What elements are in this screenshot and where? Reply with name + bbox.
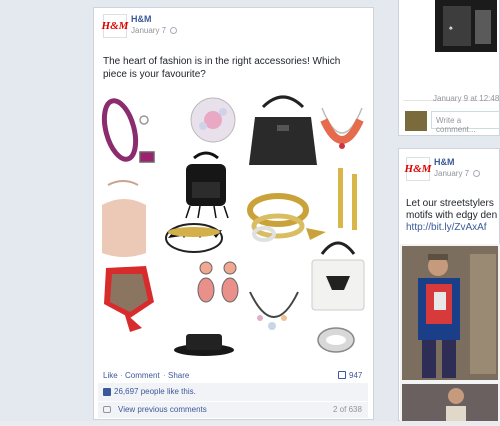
page-avatar[interactable]: H&M [101, 14, 129, 38]
view-previous-comments[interactable]: View previous comments [118, 405, 207, 414]
black-handbag [249, 95, 317, 165]
separator: · [163, 371, 166, 380]
geometric-bangle [165, 223, 223, 253]
pink-bucket-bag [102, 180, 146, 257]
brand-logo-text: H&M [101, 20, 129, 32]
page-avatar-secondary[interactable]: H&M [404, 157, 432, 181]
comment-timestamp[interactable]: January 9 at 12:48 [433, 94, 499, 103]
comments-pager: 2 of 638 [333, 405, 362, 414]
accessories-collage [101, 95, 365, 356]
comment-count[interactable]: 947 [349, 371, 362, 380]
gold-rings [247, 193, 326, 242]
comment-link[interactable]: Comment [125, 371, 160, 380]
like-link[interactable]: Like [103, 371, 118, 380]
white-handbag [311, 241, 365, 311]
post-date-text: January 7 [131, 26, 167, 35]
silver-ring [317, 327, 355, 353]
black-hat [174, 334, 234, 356]
post-date-secondary[interactable]: January 7 [434, 169, 481, 178]
like-icon [103, 388, 111, 396]
post-photo[interactable] [98, 90, 368, 368]
comment-photo[interactable]: ♠ [435, 0, 497, 52]
statement-necklace [249, 291, 299, 330]
likes-count[interactable]: 26,697 people like this. [114, 387, 196, 396]
post-date[interactable]: January 7 [131, 26, 178, 35]
comment-icon [338, 371, 346, 379]
red-scarf [104, 266, 154, 332]
gold-earrings [338, 168, 357, 230]
brand-logo-text: H&M [404, 163, 432, 175]
brooch [190, 97, 236, 143]
separator: · [120, 371, 123, 380]
bracelet-purple [101, 98, 155, 163]
streetstyle-image [400, 244, 500, 421]
post-text: The heart of fashion is in the right acc… [103, 56, 341, 80]
globe-icon [473, 170, 481, 178]
page-name[interactable]: H&M [131, 14, 152, 24]
share-link[interactable]: Share [168, 371, 189, 380]
speech-bubble-icon [103, 406, 111, 413]
post-date-text: January 7 [434, 169, 470, 178]
pink-earrings [197, 261, 239, 303]
backpack [185, 151, 229, 219]
photo-thumbnail: ♠ [435, 0, 497, 52]
svg-text:♠: ♠ [449, 25, 453, 32]
comment-input[interactable]: Write a comment... [431, 111, 500, 134]
avatar[interactable] [405, 111, 427, 131]
globe-icon [170, 27, 178, 35]
street-style-photo[interactable] [400, 244, 500, 421]
post-link[interactable]: http://bit.ly/ZvAxAf [406, 221, 487, 234]
coral-necklace [320, 107, 364, 149]
page-name-secondary[interactable]: H&M [434, 157, 455, 167]
